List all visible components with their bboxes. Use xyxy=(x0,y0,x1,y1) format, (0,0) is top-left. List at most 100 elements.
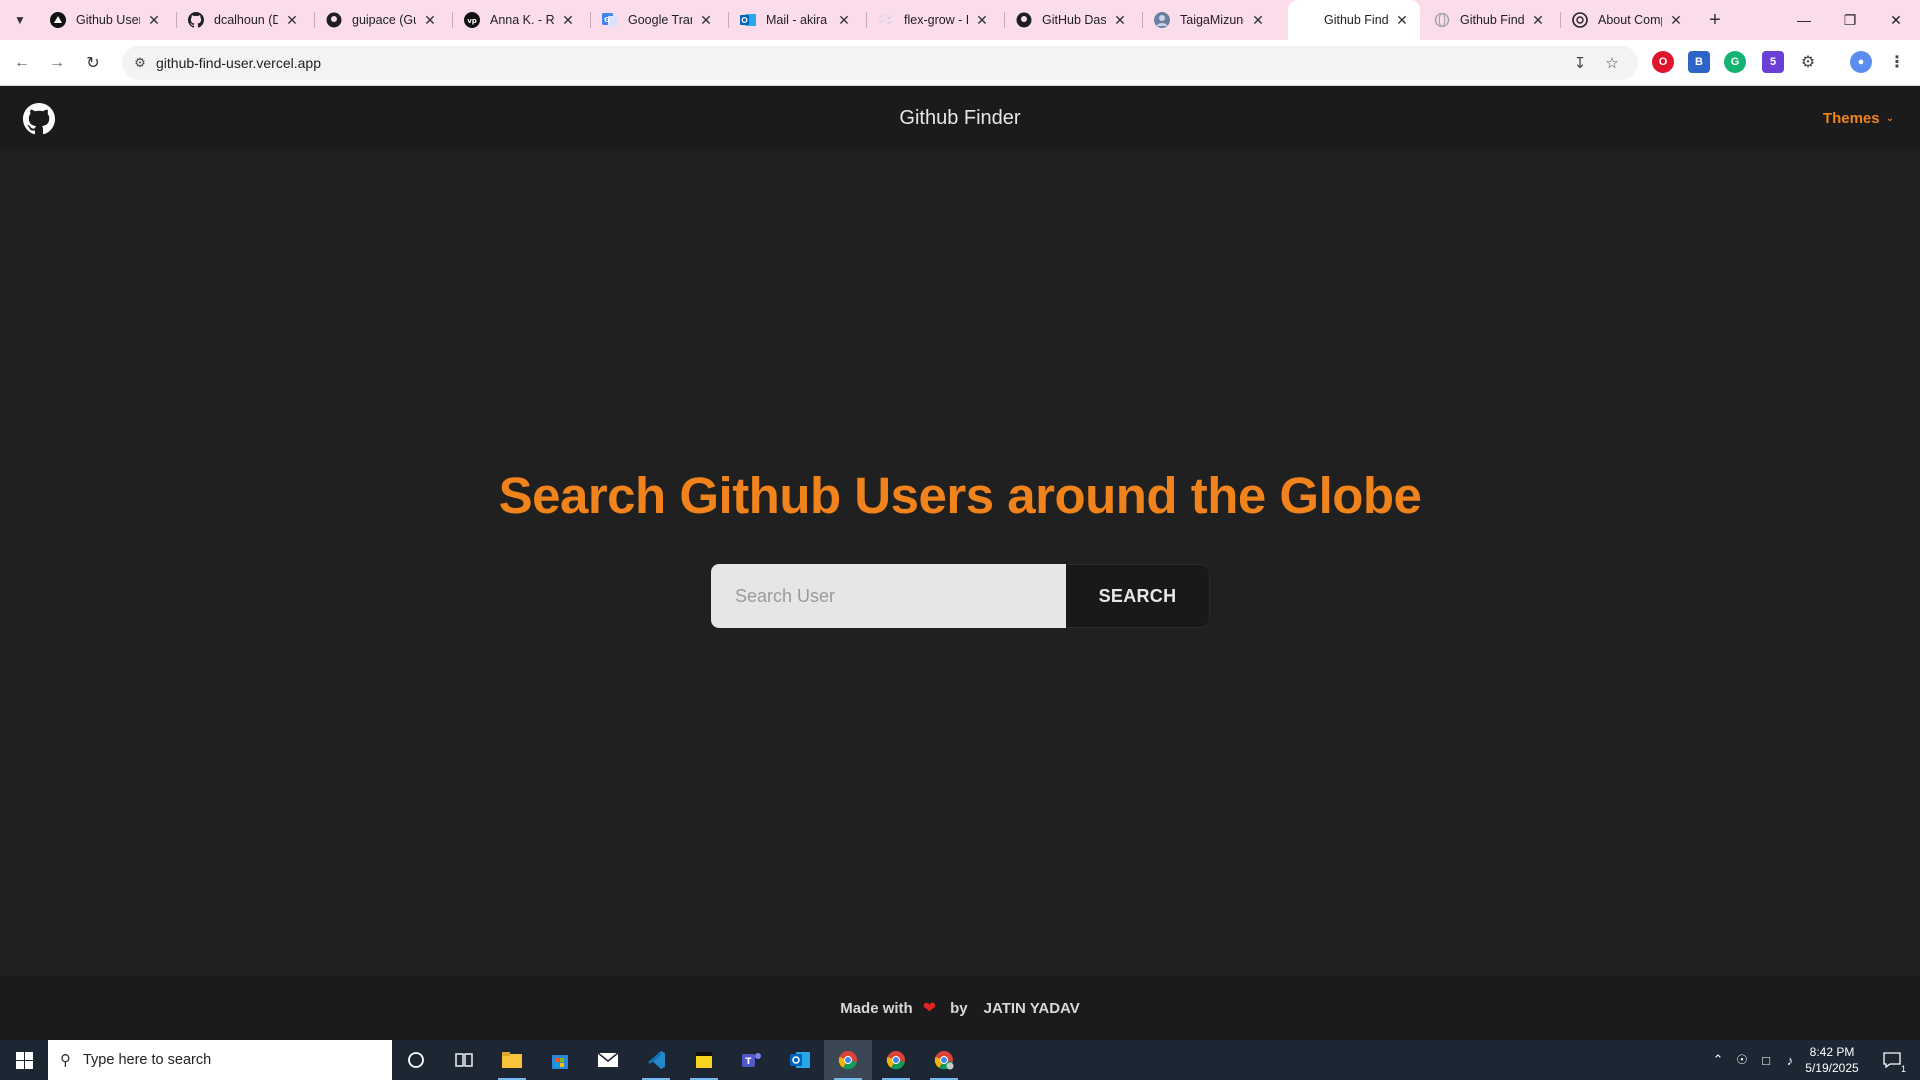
chrome-icon[interactable] xyxy=(824,1040,872,1080)
network-icon[interactable]: □ xyxy=(1754,1040,1778,1080)
network-globe-icon[interactable]: ☉ xyxy=(1730,1040,1754,1080)
teams-icon[interactable]: T xyxy=(728,1040,776,1080)
close-icon[interactable]: ✕ xyxy=(284,12,300,28)
close-icon[interactable]: ✕ xyxy=(422,12,438,28)
close-window-icon[interactable]: ✕ xyxy=(1873,0,1919,40)
user-avatar-icon xyxy=(1154,12,1170,28)
footer: Made with ❤ by JATIN YADAV xyxy=(0,976,1920,1040)
browser-tab[interactable]: Github Finde ✕ xyxy=(1424,0,1556,40)
blank-page-icon xyxy=(1298,12,1314,28)
browser-tab-strip: ▼ Github Users ✕ dcalhoun (D ✕ guipace (… xyxy=(0,0,1920,40)
github-icon xyxy=(188,12,204,28)
clock-date: 5/19/2025 xyxy=(1805,1061,1859,1075)
bookmark-star-icon[interactable]: ☆ xyxy=(1602,53,1622,73)
browser-tab[interactable]: Mail - akira ✕ xyxy=(730,0,862,40)
svg-text:vp: vp xyxy=(467,17,477,25)
search-form: SEARCH xyxy=(711,564,1210,628)
tab-search-chevron-icon[interactable]: ▼ xyxy=(8,8,32,32)
tab-separator xyxy=(590,12,591,28)
browser-tab[interactable]: About Comp ✕ xyxy=(1562,0,1694,40)
tab-separator xyxy=(1142,12,1143,28)
taskbar-search-placeholder: Type here to search xyxy=(83,1052,212,1068)
search-button[interactable]: SEARCH xyxy=(1066,564,1210,628)
bold-extension-icon[interactable]: B xyxy=(1688,51,1710,73)
notification-count: 1 xyxy=(1900,1064,1906,1074)
mail-icon[interactable] xyxy=(584,1040,632,1080)
vscode-icon[interactable] xyxy=(632,1040,680,1080)
site-info-icon[interactable]: ⚙ xyxy=(130,53,150,73)
tab-title: Anna K. - Ru xyxy=(490,13,554,27)
tab-title: flex-grow - F xyxy=(904,13,968,27)
task-view-icon[interactable] xyxy=(440,1040,488,1080)
github-icon xyxy=(1016,12,1032,28)
extension-badge-icon[interactable]: 5 xyxy=(1762,51,1784,73)
extension-badge-count: 5 xyxy=(1769,56,1777,68)
close-icon[interactable]: ✕ xyxy=(146,12,162,28)
microsoft-store-icon[interactable] xyxy=(536,1040,584,1080)
heart-icon: ❤ xyxy=(922,1000,937,1017)
browser-tab[interactable]: TaigaMizuno ✕ xyxy=(1144,0,1276,40)
close-icon[interactable]: ✕ xyxy=(560,12,576,28)
footer-author: JATIN YADAV xyxy=(983,999,1080,1017)
chevron-down-icon: ⌄ xyxy=(1885,113,1894,124)
sticky-notes-icon[interactable] xyxy=(680,1040,728,1080)
close-icon[interactable]: ✕ xyxy=(1394,12,1410,28)
extensions-puzzle-icon[interactable]: ⚙ xyxy=(1797,51,1819,73)
browser-tab[interactable]: GitHub Dash ✕ xyxy=(1006,0,1138,40)
chrome-profile-icon[interactable] xyxy=(872,1040,920,1080)
profile-avatar-icon[interactable]: ● xyxy=(1850,51,1872,73)
outlook-icon xyxy=(740,12,756,28)
url-text[interactable]: github-find-user.vercel.app xyxy=(156,55,321,71)
openai-icon xyxy=(1572,12,1588,28)
browser-tab[interactable]: G Google Tran ✕ xyxy=(592,0,724,40)
windows-start-icon[interactable] xyxy=(0,1040,48,1080)
hero-heading: Search Github Users around the Globe xyxy=(498,467,1422,524)
reload-icon[interactable]: ↻ xyxy=(81,51,105,75)
more-menu-icon[interactable]: ⋮ xyxy=(1886,51,1908,73)
tab-title: Mail - akira xyxy=(766,13,828,27)
close-icon[interactable]: ✕ xyxy=(1250,12,1266,28)
browser-tab[interactable]: flex-grow - F ✕ xyxy=(868,0,1000,40)
opera-extension-icon[interactable]: O xyxy=(1652,51,1674,73)
close-icon[interactable]: ✕ xyxy=(974,12,990,28)
footer-made-with: Made with xyxy=(840,999,913,1017)
cortana-icon[interactable] xyxy=(392,1040,440,1080)
browser-tab[interactable]: Github Users ✕ xyxy=(40,0,172,40)
minimize-icon[interactable]: — xyxy=(1781,0,1827,40)
github-icon xyxy=(326,12,342,28)
search-user-input[interactable] xyxy=(711,564,1066,628)
svg-text:G: G xyxy=(604,16,610,24)
address-bar[interactable]: ⚙ github-find-user.vercel.app ↧ ☆ xyxy=(122,46,1638,80)
show-hidden-icons-chevron-icon[interactable]: ⌃ xyxy=(1706,1040,1730,1080)
new-tab-plus-icon[interactable]: + xyxy=(1703,8,1727,32)
install-app-icon[interactable]: ↧ xyxy=(1570,53,1590,73)
browser-tab-active[interactable]: Github Finde ✕ xyxy=(1288,0,1420,40)
outlook-icon[interactable] xyxy=(776,1040,824,1080)
themes-dropdown[interactable]: Themes ⌄ xyxy=(1823,110,1894,127)
themes-label: Themes xyxy=(1822,110,1880,127)
browser-tab[interactable]: dcalhoun (D ✕ xyxy=(178,0,310,40)
browser-tab[interactable]: guipace (Gu ✕ xyxy=(316,0,448,40)
notification-center-icon[interactable]: 1 xyxy=(1872,1040,1912,1080)
taskbar-clock[interactable]: 8:42 PM 5/19/2025 xyxy=(1792,1044,1872,1076)
close-icon[interactable]: ✕ xyxy=(1112,12,1128,28)
grammarly-extension-icon[interactable]: G xyxy=(1724,51,1746,73)
clock-time: 8:42 PM xyxy=(1809,1045,1855,1059)
restore-icon[interactable]: ❐ xyxy=(1827,0,1873,40)
close-icon[interactable]: ✕ xyxy=(1530,12,1546,28)
close-icon[interactable]: ✕ xyxy=(836,12,852,28)
forward-arrow-icon[interactable]: → xyxy=(45,51,69,75)
browser-toolbar: ← → ↻ ⚙ github-find-user.vercel.app ↧ ☆ xyxy=(0,40,1920,86)
close-icon[interactable]: ✕ xyxy=(698,12,714,28)
tab-title: Github Finde xyxy=(1324,13,1388,27)
tab-separator xyxy=(728,12,729,28)
close-icon[interactable]: ✕ xyxy=(1668,12,1684,28)
taskbar-search-box[interactable]: ⚲ Type here to search xyxy=(48,1040,392,1080)
svg-text:T: T xyxy=(745,1057,752,1067)
vercel-icon xyxy=(50,12,66,28)
file-explorer-icon[interactable] xyxy=(488,1040,536,1080)
tab-title: GitHub Dash xyxy=(1042,13,1106,27)
chrome-profile-icon[interactable] xyxy=(920,1040,968,1080)
back-arrow-icon[interactable]: ← xyxy=(10,51,34,75)
browser-tab[interactable]: vp Anna K. - Ru ✕ xyxy=(454,0,586,40)
